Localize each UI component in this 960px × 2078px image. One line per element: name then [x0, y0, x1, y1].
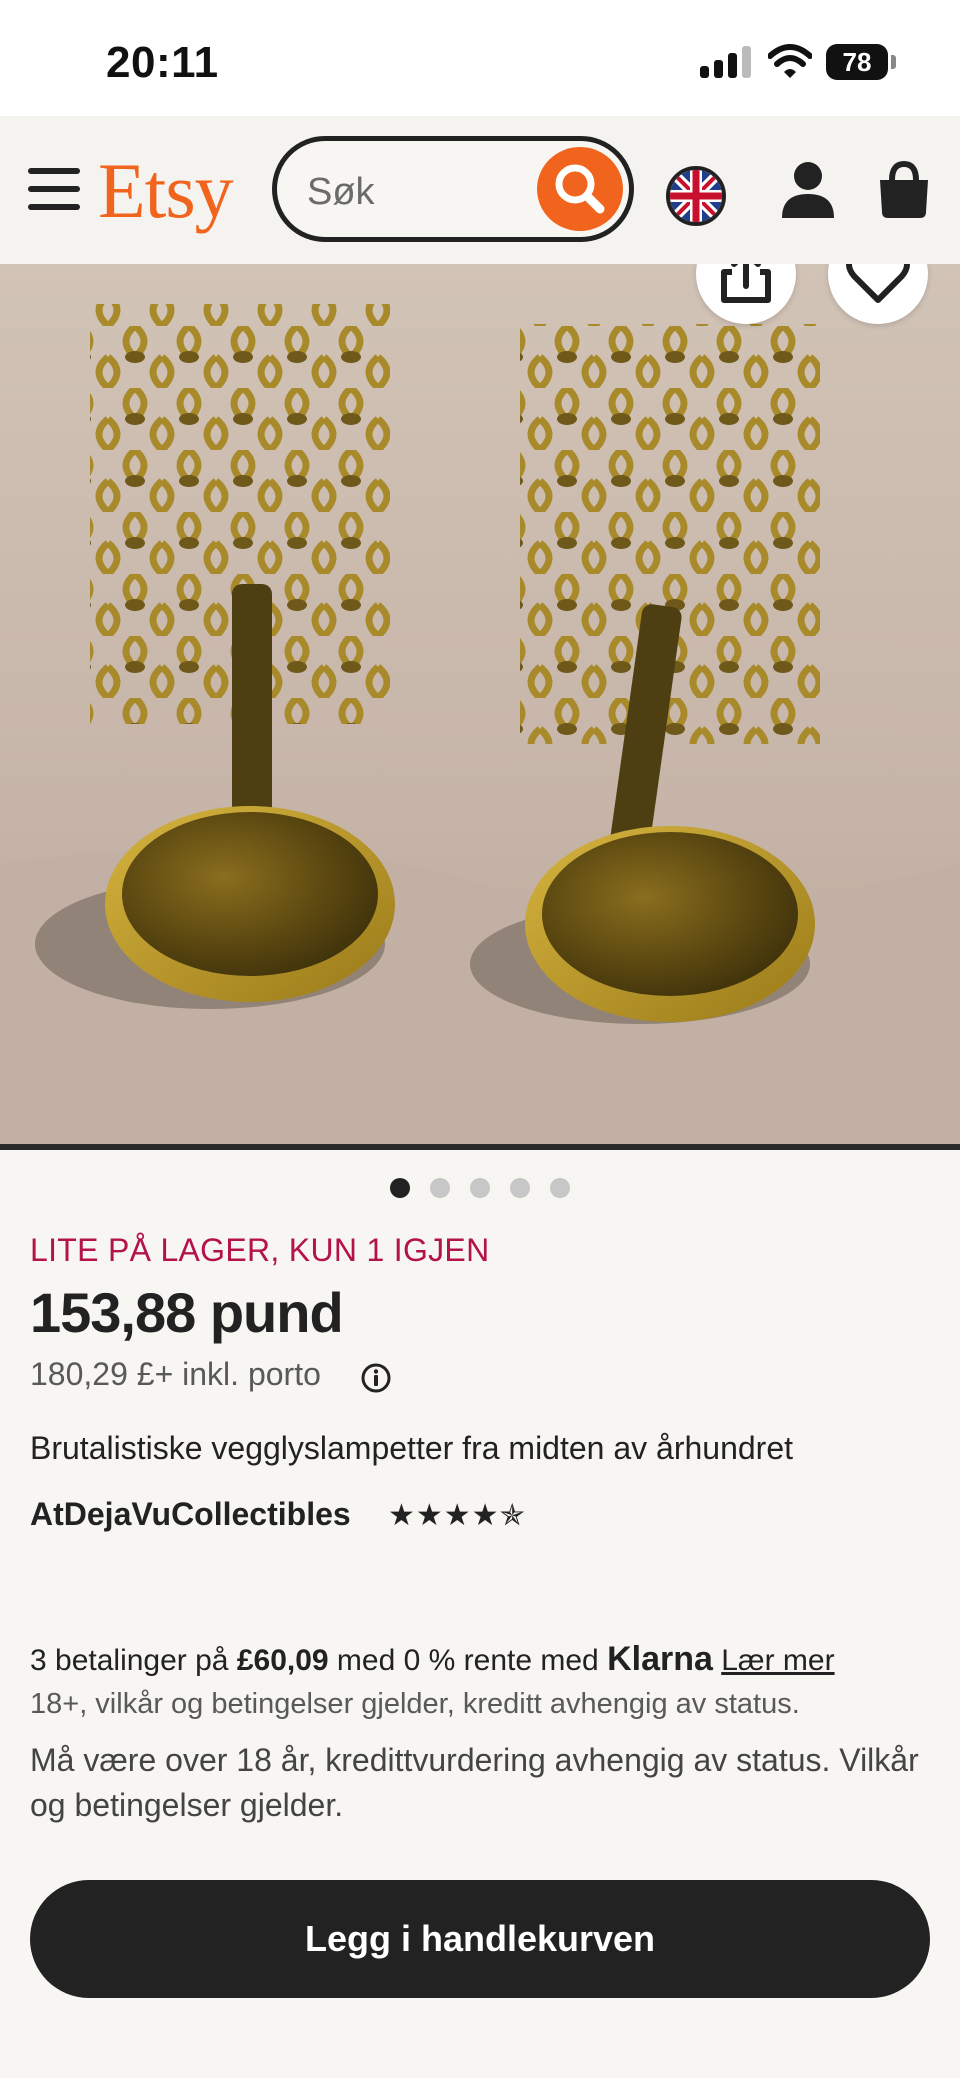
klarna-brand: Klarna [607, 1640, 713, 1678]
favorite-button[interactable] [828, 264, 928, 324]
shipping-price: 180,29 £+ inkl. porto [30, 1356, 321, 1392]
battery-icon: 78 [826, 44, 888, 80]
search-input[interactable]: Søk [307, 171, 375, 214]
carousel-dot[interactable] [550, 1178, 570, 1198]
uk-flag-icon[interactable] [666, 166, 726, 226]
klarna-terms-short: 18+, vilkår og betingelser gjelder, kred… [30, 1688, 800, 1720]
etsy-logo[interactable]: Etsy [98, 152, 234, 230]
battery-cap [891, 55, 896, 69]
site-header: Etsy Søk [0, 116, 960, 264]
learn-more-link[interactable]: Lær mer [721, 1644, 834, 1677]
status-time: 20:11 [106, 38, 219, 87]
klarna-prefix: 3 betalinger på [30, 1644, 237, 1677]
carousel-dot[interactable] [470, 1178, 490, 1198]
shop-name-link[interactable]: AtDejaVuCollectibles [30, 1496, 351, 1533]
share-button[interactable] [696, 264, 796, 324]
klarna-offer: 3 betalinger på £60,09 med 0 % rente med… [30, 1640, 835, 1679]
klarna-amount: £60,09 [236, 1644, 329, 1677]
product-photo-art [0, 264, 960, 1150]
carousel-dot[interactable] [390, 1178, 410, 1198]
search-bar[interactable]: Søk [272, 136, 634, 242]
share-icon [721, 264, 771, 303]
carousel-dot[interactable] [430, 1178, 450, 1198]
product-photo[interactable] [0, 264, 960, 1150]
stock-notice: LITE PÅ LAGER, KUN 1 IGJEN [30, 1232, 490, 1268]
klarna-middle: med 0 % rente med [328, 1644, 608, 1677]
wifi-icon [768, 44, 812, 78]
menu-icon[interactable] [28, 168, 80, 210]
status-bar: 20:11 78 [0, 0, 960, 116]
klarna-terms-long: Må være over 18 år, kredittvurdering avh… [30, 1742, 919, 1823]
product-price: 153,88 pund [30, 1281, 344, 1344]
signal-icon [700, 46, 754, 78]
info-icon[interactable] [360, 1362, 392, 1394]
rating-stars-icon: ★★★★✯ [388, 1499, 526, 1532]
product-title: Brutalistiske vegglyslampetter fra midte… [30, 1430, 794, 1466]
heart-icon [846, 264, 910, 303]
search-button[interactable] [537, 147, 623, 231]
carousel-dots [390, 1178, 580, 1200]
carousel-dot[interactable] [510, 1178, 530, 1198]
account-icon[interactable] [780, 160, 836, 220]
add-to-cart-button[interactable]: Legg i handlekurven [30, 1880, 930, 1998]
search-icon [555, 164, 605, 214]
cart-icon[interactable] [876, 160, 932, 220]
